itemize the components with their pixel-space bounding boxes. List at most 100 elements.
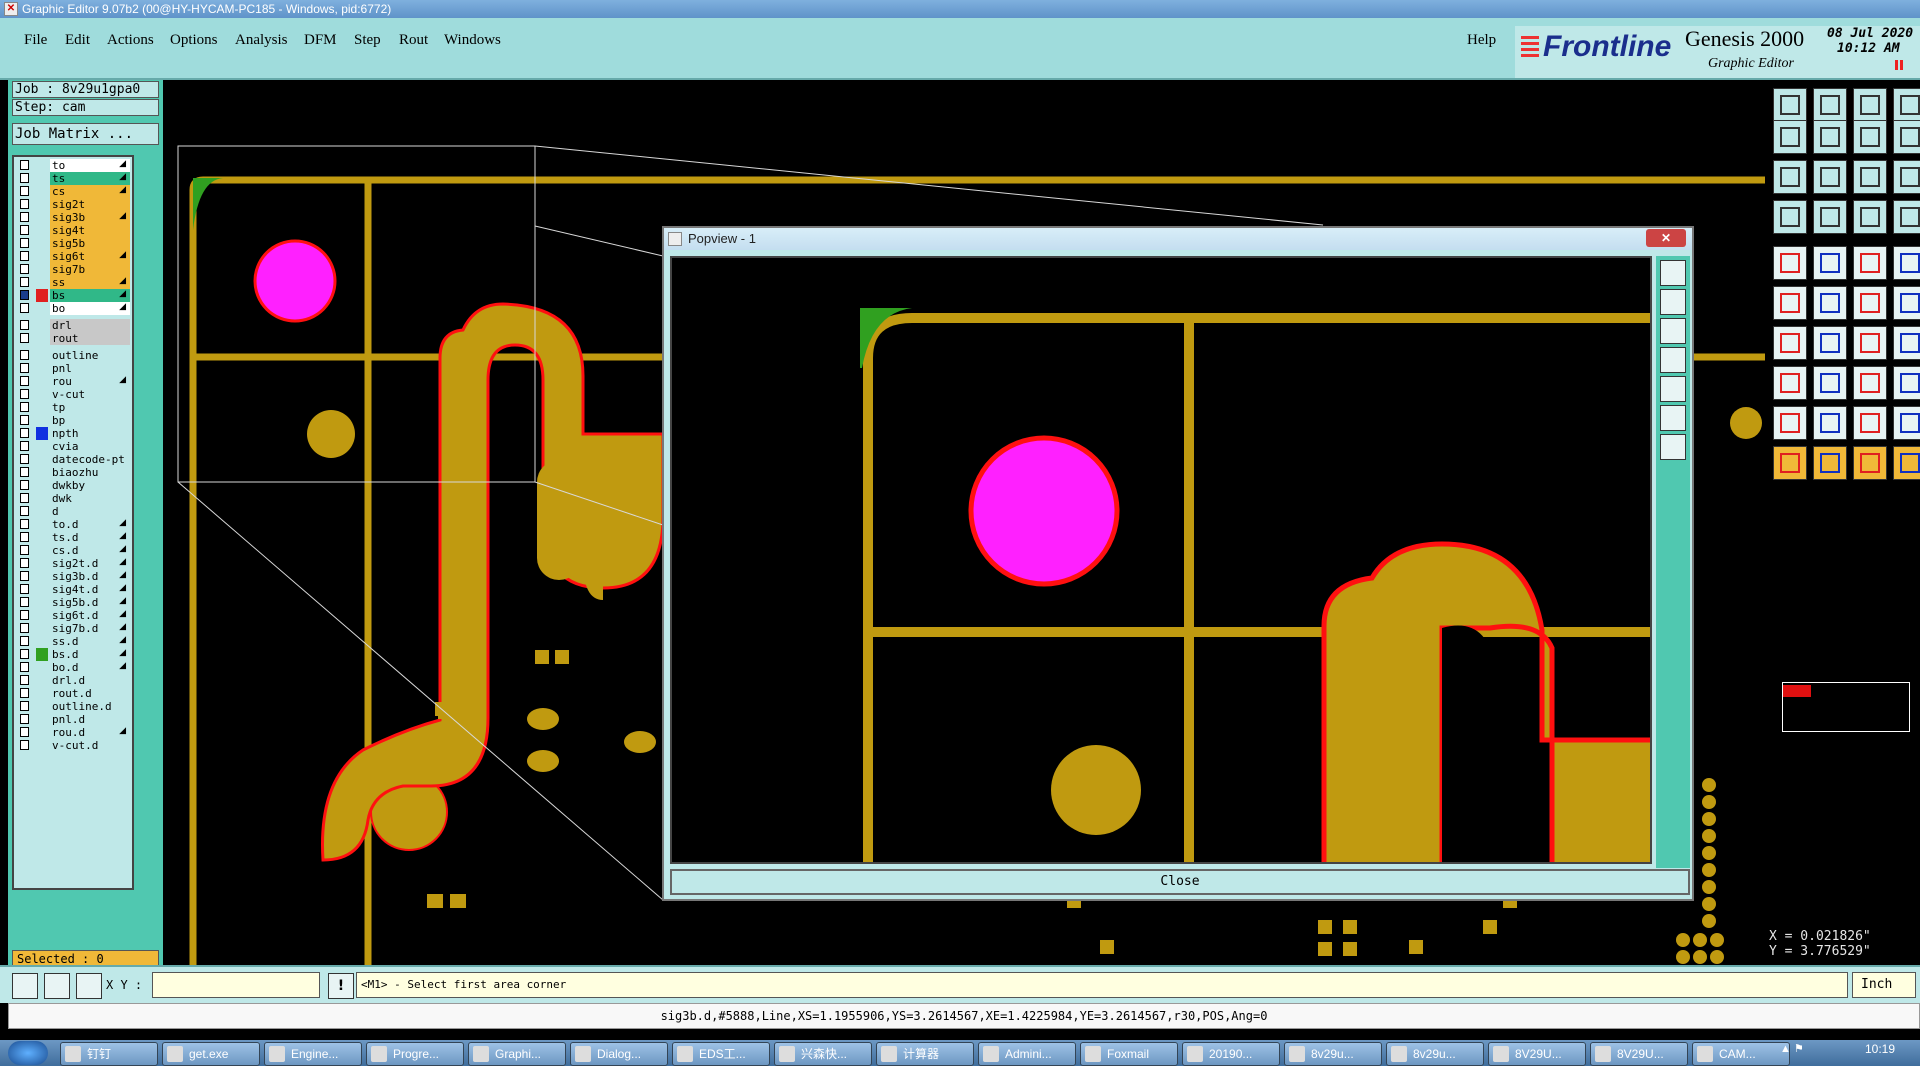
menu-options[interactable]: Options [170,32,218,49]
layer-row-pnl[interactable]: pnl [16,362,132,375]
layer-name[interactable]: sig4t.d ◢ [50,583,130,596]
pause-icon[interactable] [1895,60,1903,70]
layer-row-sig6t[interactable]: sig6t ◢ [16,250,132,263]
layer-checkbox[interactable] [20,186,29,196]
layer-name[interactable]: sig7b [50,263,130,276]
layer-name[interactable]: rout.d [50,687,130,700]
layer-checkbox[interactable] [20,688,29,698]
layer-checkbox[interactable] [20,649,29,659]
layer-name[interactable]: sig5b.d ◢ [50,596,130,609]
layer-checkbox[interactable] [20,662,29,672]
layer-name[interactable]: v-cut.d [50,739,130,752]
measure-icon[interactable] [44,973,70,999]
layer-checkbox[interactable] [20,350,29,360]
layer-name[interactable]: npth [50,427,130,440]
select-icon[interactable] [1773,446,1807,480]
taskbar-item[interactable]: Foxmail [1080,1042,1178,1066]
snapshot-icon[interactable] [1773,200,1807,234]
step-icon[interactable] [1893,120,1920,154]
layer-checkbox[interactable] [20,428,29,438]
layer-name[interactable]: drl [50,319,130,332]
layer-row-rout-d[interactable]: rout.d [16,687,132,700]
layer-name[interactable]: dwkby [50,479,130,492]
taskbar-item[interactable]: 8V29U... [1488,1042,1586,1066]
layer-name[interactable]: bp [50,414,130,427]
trace-icon[interactable] [1813,366,1847,400]
layer-name[interactable]: tp [50,401,130,414]
group-icon[interactable] [1893,366,1920,400]
layer-row-cvia[interactable]: cvia [16,440,132,453]
layer-checkbox[interactable] [20,675,29,685]
grid-toggle-icon[interactable] [1813,200,1847,234]
layer-checkbox[interactable] [20,506,29,516]
angle-icon[interactable] [1773,326,1807,360]
taskbar-item[interactable]: 计算器 [876,1042,974,1066]
layer-checkbox[interactable] [20,571,29,581]
layer-row-sig3b[interactable]: sig3b ◢ [16,211,132,224]
layer-name[interactable]: cs ◢ [50,185,130,198]
minimap-viewport[interactable] [1783,685,1811,697]
taskbar-item[interactable]: Admini... [978,1042,1076,1066]
layer-checkbox[interactable] [20,558,29,568]
popview-zoom-back-icon[interactable] [1660,347,1686,373]
layer-row-to[interactable]: to ◢ [16,159,132,172]
layer-name[interactable]: rou.d ◢ [50,726,130,739]
layer-name[interactable]: to.d ◢ [50,518,130,531]
select-alt-icon[interactable] [1813,446,1847,480]
info-icon[interactable]: ! [328,973,354,999]
layer-name[interactable]: to ◢ [50,159,130,172]
layer-row-v-cut-d[interactable]: v-cut.d [16,739,132,752]
arc-alt-icon[interactable] [1893,406,1920,440]
layer-checkbox[interactable] [20,251,29,261]
layer-checkbox[interactable] [20,402,29,412]
layer-row-dwkby[interactable]: dwkby [16,479,132,492]
taskbar-item[interactable]: 兴森快... [774,1042,872,1066]
route-icon[interactable] [1893,446,1920,480]
grid-icon[interactable] [76,973,102,999]
layer-name[interactable]: biaozhu [50,466,130,479]
layer-name[interactable]: v-cut [50,388,130,401]
connect-icon[interactable] [1773,286,1807,320]
pcb-zoom-view[interactable] [672,258,1652,864]
layer-name[interactable]: sig4t [50,224,130,237]
line-icon[interactable] [1813,326,1847,360]
layer-name[interactable]: d [50,505,130,518]
popview-close-button[interactable]: Close [670,869,1690,895]
layer-row-ss[interactable]: ss ◢ [16,276,132,289]
layer-row-sig5b-d[interactable]: sig5b.d ◢ [16,596,132,609]
layer-checkbox[interactable] [20,584,29,594]
layer-row-datecode-pt[interactable]: datecode-pt [16,453,132,466]
layer-name[interactable]: bs ◢ [50,289,130,302]
layer-name[interactable]: bo.d ◢ [50,661,130,674]
layer-row-v-cut[interactable]: v-cut [16,388,132,401]
layer-checkbox[interactable] [20,238,29,248]
layer-name[interactable]: bo ◢ [50,302,130,315]
layer-checkbox[interactable] [20,623,29,633]
layer-checkbox[interactable] [20,467,29,477]
layer-row-bo-d[interactable]: bo.d ◢ [16,661,132,674]
layer-checkbox[interactable] [20,454,29,464]
popview-center-icon[interactable] [1660,434,1686,460]
zoom-fit-icon[interactable] [1773,160,1807,194]
units-selector[interactable]: Inch [1852,972,1916,998]
layer-row-rou-d[interactable]: rou.d ◢ [16,726,132,739]
layer-checkbox[interactable] [20,389,29,399]
layer-row-ss-d[interactable]: ss.d ◢ [16,635,132,648]
start-button-icon[interactable] [8,1041,48,1065]
layer-row-bs[interactable]: bs ◢ [16,289,132,302]
popview-pan-icon[interactable] [1660,376,1686,402]
menu-windows[interactable]: Windows [444,32,501,49]
layer-checkbox[interactable] [20,303,29,313]
layer-checkbox[interactable] [20,519,29,529]
layer-row-rou[interactable]: rou ◢ [16,375,132,388]
layer-row-bo[interactable]: bo ◢ [16,302,132,315]
layer-name[interactable]: rout [50,332,130,345]
layer-name[interactable]: outline.d [50,700,130,713]
layer-name[interactable]: ss.d ◢ [50,635,130,648]
layer-checkbox[interactable] [20,415,29,425]
taskbar-item[interactable]: EDS工... [672,1042,770,1066]
layer-row-sig2t-d[interactable]: sig2t.d ◢ [16,557,132,570]
layer-row-sig7b-d[interactable]: sig7b.d ◢ [16,622,132,635]
taskbar-item[interactable]: 8V29U... [1590,1042,1688,1066]
layer-row-sig2t[interactable]: sig2t [16,198,132,211]
